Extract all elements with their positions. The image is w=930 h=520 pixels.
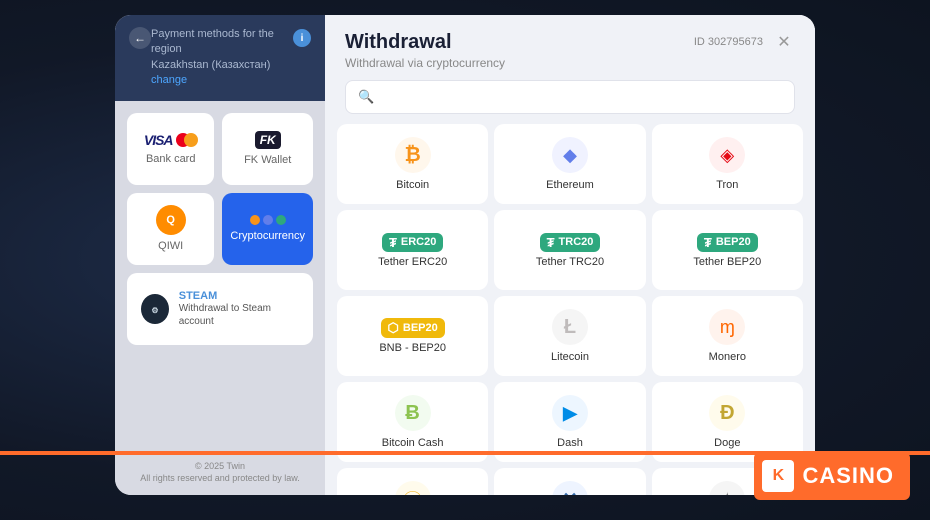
litecoin-icon: Ł bbox=[552, 309, 588, 345]
steam-logo: ⚙ bbox=[141, 294, 169, 324]
tron-label: Tron bbox=[716, 179, 738, 191]
ethereum-label: Ethereum bbox=[546, 179, 594, 191]
search-input[interactable] bbox=[382, 90, 782, 105]
withdrawal-id: ID 302795673 bbox=[694, 36, 763, 48]
withdrawal-subtitle: Withdrawal via cryptocurrency bbox=[345, 56, 505, 70]
crypto-grid: ₿ Bitcoin ◆ Ethereum ◈ Tron bbox=[325, 124, 815, 495]
payment-fk-wallet[interactable]: FK FK Wallet bbox=[222, 113, 313, 185]
crypto-ripple[interactable]: ✕ Ripple bbox=[494, 468, 645, 495]
bnb-bep20-label: BNB - BEP20 bbox=[379, 342, 446, 354]
change-region-link[interactable]: change bbox=[151, 74, 187, 86]
crypto-ethereum[interactable]: ◆ Ethereum bbox=[494, 124, 645, 204]
crypto-tether-trc20[interactable]: ₮ TRC20 Tether TRC20 bbox=[494, 210, 645, 290]
header-left: Withdrawal Withdrawal via cryptocurrency bbox=[345, 31, 505, 70]
ripple-icon: ✕ bbox=[552, 481, 588, 495]
search-icon: 🔍 bbox=[358, 89, 374, 105]
payment-qiwi[interactable]: Q QIWI bbox=[127, 193, 214, 265]
casino-logo-icon: K bbox=[762, 460, 794, 492]
left-panel-header: ← Payment methods for the region Kazakhs… bbox=[115, 15, 325, 101]
tether-bep20-badge: ₮ BEP20 bbox=[697, 233, 758, 252]
payment-bank-card[interactable]: VISA Bank card bbox=[127, 113, 214, 185]
crypto-dash[interactable]: ▶ Dash bbox=[494, 382, 645, 462]
tether-bep20-label: Tether BEP20 bbox=[693, 256, 761, 268]
info-button[interactable]: i bbox=[293, 29, 311, 47]
svg-text:⚙: ⚙ bbox=[151, 306, 158, 315]
bitcoin-cash-icon: Ƀ bbox=[395, 395, 431, 431]
tether-erc20-label: Tether ERC20 bbox=[378, 256, 447, 268]
crypto-dots bbox=[250, 215, 286, 225]
bank-card-icons: VISA bbox=[144, 132, 198, 148]
steam-title: STEAM bbox=[179, 290, 299, 302]
crypto-tron[interactable]: ◈ Tron bbox=[652, 124, 803, 204]
fk-wallet-logo: FK bbox=[255, 131, 281, 149]
payment-steam[interactable]: ⚙ STEAM Withdrawal to Steam account bbox=[127, 273, 313, 345]
payment-cryptocurrency[interactable]: Cryptocurrency bbox=[222, 193, 313, 265]
bitcoin-label: Bitcoin bbox=[396, 179, 429, 191]
tether-trc20-label: Tether TRC20 bbox=[536, 256, 604, 268]
payment-methods-grid: VISA Bank card FK FK Wallet Q QIWI bbox=[115, 101, 325, 357]
bitcoin-icon: ₿ bbox=[395, 137, 431, 173]
tether-trc20-badge: ₮ TRC20 bbox=[540, 233, 601, 252]
header-right: ID 302795673 ✕ bbox=[694, 31, 795, 53]
steam-text: STEAM Withdrawal to Steam account bbox=[179, 290, 299, 328]
crypto-bitcoin[interactable]: ₿ Bitcoin bbox=[337, 124, 488, 204]
dash-label: Dash bbox=[557, 437, 583, 449]
ethereum-icon: ◆ bbox=[552, 137, 588, 173]
bnb-bep20-badge: ⬡ BEP20 bbox=[381, 318, 445, 338]
crypto-zcash[interactable]: ⓩ Zcash bbox=[337, 468, 488, 495]
right-header: Withdrawal Withdrawal via cryptocurrency… bbox=[325, 15, 815, 80]
crypto-bnb-bep20[interactable]: ⬡ BEP20 BNB - BEP20 bbox=[337, 296, 488, 376]
visa-logo: VISA bbox=[144, 132, 173, 148]
left-panel-footer: © 2025 Twin All rights reserved and prot… bbox=[115, 450, 325, 495]
qiwi-label: QIWI bbox=[158, 240, 183, 252]
crypto-monero[interactable]: ɱ Monero bbox=[652, 296, 803, 376]
region-name: Kazakhstan (Казахстан) bbox=[151, 59, 270, 71]
region-text: Payment methods for the region Kazakhsta… bbox=[151, 27, 285, 89]
crypto-bitcoin-cash[interactable]: Ƀ Bitcoin Cash bbox=[337, 382, 488, 462]
crypto-doge[interactable]: Ð Doge bbox=[652, 382, 803, 462]
tron-icon: ◈ bbox=[709, 137, 745, 173]
casino-logo: K CASINO bbox=[754, 452, 910, 500]
modal-wrapper: ← Payment methods for the region Kazakhs… bbox=[115, 15, 815, 495]
bitcoin-cash-label: Bitcoin Cash bbox=[382, 437, 444, 449]
fk-wallet-label: FK Wallet bbox=[244, 154, 291, 166]
crypto-tether-bep20[interactable]: ₮ BEP20 Tether BEP20 bbox=[652, 210, 803, 290]
stellar-icon: ✦ bbox=[709, 481, 745, 495]
monero-label: Monero bbox=[709, 351, 746, 363]
cryptocurrency-label: Cryptocurrency bbox=[230, 230, 305, 242]
withdrawal-title: Withdrawal bbox=[345, 31, 505, 54]
casino-logo-text: CASINO bbox=[802, 463, 894, 489]
bank-card-label: Bank card bbox=[146, 153, 196, 165]
monero-icon: ɱ bbox=[709, 309, 745, 345]
crypto-tether-erc20[interactable]: ₮ ERC20 Tether ERC20 bbox=[337, 210, 488, 290]
copyright: © 2025 Twin bbox=[125, 460, 315, 473]
search-bar[interactable]: 🔍 bbox=[345, 80, 795, 114]
tether-erc20-badge: ₮ ERC20 bbox=[382, 233, 443, 252]
crypto-litecoin[interactable]: Ł Litecoin bbox=[494, 296, 645, 376]
legal-text: All rights reserved and protected by law… bbox=[125, 472, 315, 485]
mastercard-logo bbox=[176, 133, 198, 147]
qiwi-logo: Q bbox=[156, 205, 186, 235]
close-button[interactable]: ✕ bbox=[773, 31, 795, 53]
left-panel: ← Payment methods for the region Kazakhs… bbox=[115, 15, 325, 495]
steam-subtitle: Withdrawal to Steam account bbox=[179, 302, 299, 328]
dash-icon: ▶ bbox=[552, 395, 588, 431]
right-panel: Withdrawal Withdrawal via cryptocurrency… bbox=[325, 15, 815, 495]
doge-label: Doge bbox=[714, 437, 740, 449]
back-button[interactable]: ← bbox=[129, 27, 151, 49]
zcash-icon: ⓩ bbox=[395, 481, 431, 495]
litecoin-label: Litecoin bbox=[551, 351, 589, 363]
doge-icon: Ð bbox=[709, 395, 745, 431]
